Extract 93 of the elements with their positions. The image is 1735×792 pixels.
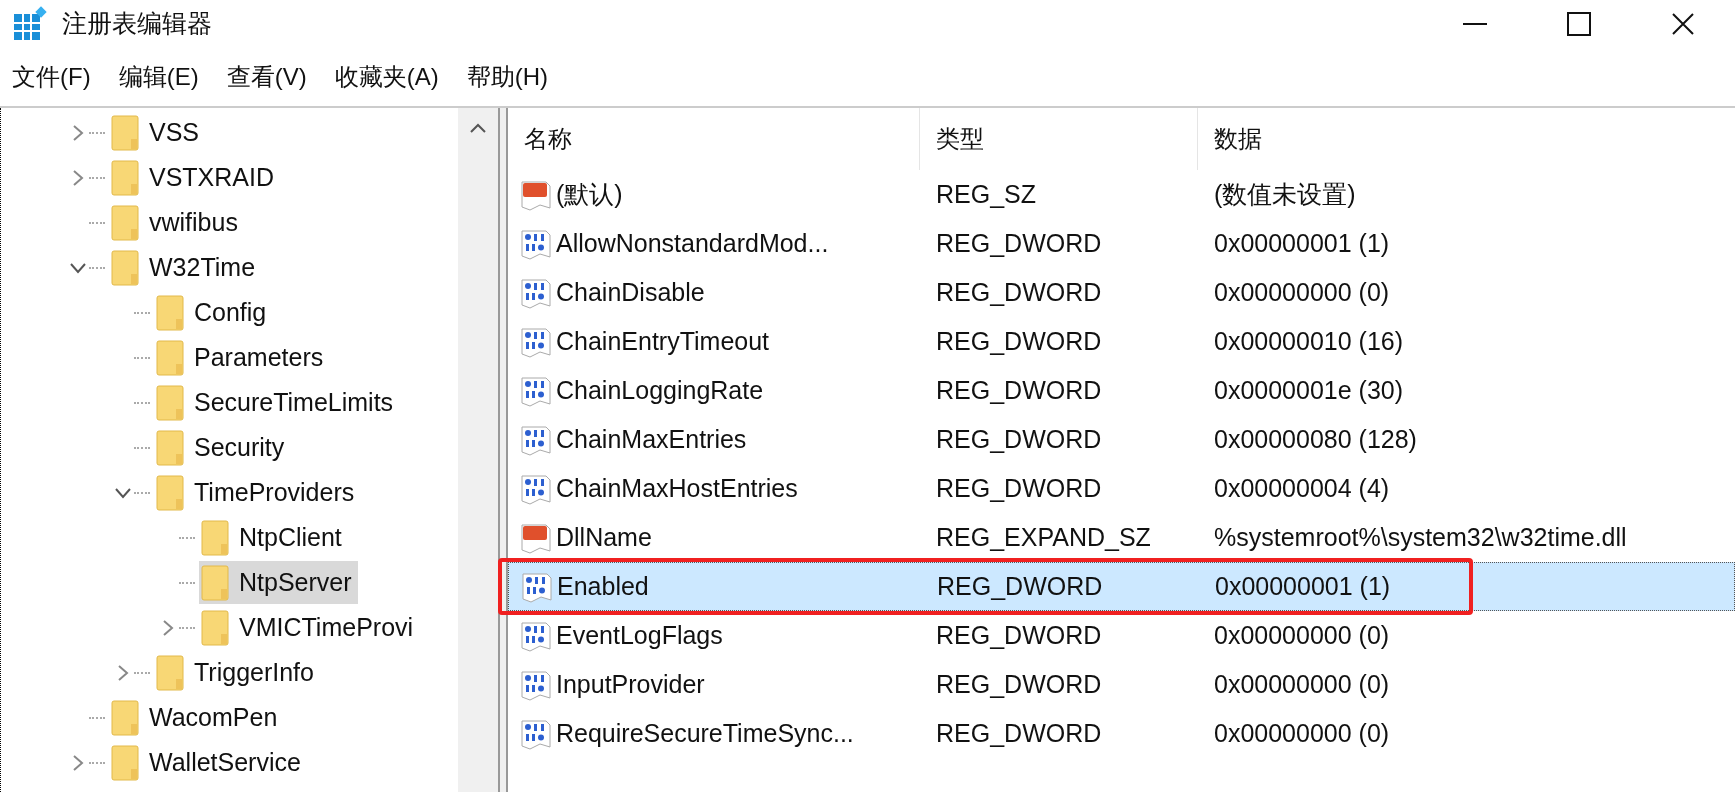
folder-icon — [201, 564, 229, 601]
value-data: 0x00000001 (1) — [1214, 570, 1392, 602]
value-row[interactable]: ChainMaxHostEntries REG_DWORD 0x00000004 (4) — [508, 464, 1735, 513]
value-row[interactable]: ChainMaxEntries REG_DWORD 0x00000080 (128) — [508, 415, 1735, 464]
app-grid-icon — [12, 6, 48, 42]
value-data: 0x00000004 (4) — [1213, 472, 1391, 504]
value-type: REG_DWORD — [935, 374, 1103, 406]
folder-icon — [156, 294, 184, 331]
value-data: 0x00000000 (0) — [1213, 717, 1391, 749]
value-data: 0x0000001e (30) — [1213, 374, 1405, 406]
tree-item[interactable]: WacomPen — [109, 696, 284, 739]
value-name: EventLogFlags — [556, 619, 723, 651]
tree-item[interactable]: NtpServer — [199, 561, 358, 604]
value-type: REG_DWORD — [935, 325, 1103, 357]
column-header[interactable]: 类型 — [920, 108, 1198, 170]
value-name: RequireSecureTimeSync... — [556, 717, 854, 749]
value-row[interactable]: DllName REG_EXPAND_SZ %systemroot%\system32\w32time.dll — [508, 513, 1735, 562]
value-type: REG_DWORD — [935, 668, 1103, 700]
folder-icon — [111, 114, 139, 151]
value-data: (数值未设置) — [1213, 178, 1357, 210]
menu-item[interactable]: 编辑(E) — [118, 59, 199, 95]
value-row[interactable]: RequireSecureTimeSync... REG_DWORD 0x00000000 (0) — [508, 709, 1735, 758]
value-type: REG_DWORD — [935, 619, 1103, 651]
tree-item[interactable]: WalletService — [109, 741, 307, 784]
value-name: ChainMaxHostEntries — [556, 472, 798, 504]
folder-icon — [201, 609, 229, 646]
value-row[interactable]: ChainDisable REG_DWORD 0x00000000 (0) — [508, 268, 1735, 317]
value-row[interactable]: (默认) REG_SZ (数值未设置) — [508, 170, 1735, 219]
value-row[interactable]: AllowNonstandardMod... REG_DWORD 0x00000001 (1) — [508, 219, 1735, 268]
folder-icon — [156, 474, 184, 511]
value-data: 0x00000010 (16) — [1213, 325, 1405, 357]
menu-item[interactable]: 查看(V) — [226, 59, 307, 95]
value-row[interactable]: EventLogFlags REG_DWORD 0x00000000 (0) — [508, 611, 1735, 660]
folder-icon — [111, 204, 139, 241]
menu-item[interactable]: 帮助(H) — [466, 59, 548, 95]
window-title: 注册表编辑器 — [62, 8, 212, 40]
tree-item[interactable]: SecureTimeLimits — [154, 381, 400, 424]
folder-icon — [111, 249, 139, 286]
value-type: REG_SZ — [935, 178, 1038, 210]
value-name: ChainEntryTimeout — [556, 325, 770, 357]
menu-item[interactable]: 收藏夹(A) — [334, 59, 439, 95]
value-row[interactable]: ChainLoggingRate REG_DWORD 0x0000001e (30) — [508, 366, 1735, 415]
value-data: 0x00000000 (0) — [1213, 668, 1391, 700]
tree-item[interactable]: TriggerInfo — [154, 651, 320, 694]
value-type: REG_DWORD — [935, 423, 1103, 455]
tree-item[interactable]: VMICTimeProvi — [199, 606, 420, 649]
folder-icon — [156, 339, 184, 376]
value-data: %systemroot%\system32\w32time.dll — [1213, 521, 1628, 553]
value-row[interactable]: ChainEntryTimeout REG_DWORD 0x00000010 (16) — [508, 317, 1735, 366]
tree-item[interactable]: Parameters — [154, 336, 330, 379]
tree-item[interactable]: vwifibus — [109, 201, 244, 244]
folder-icon — [156, 654, 184, 691]
tree-item[interactable]: VSTXRAID — [109, 156, 281, 199]
tree-item[interactable]: W32Time — [109, 246, 262, 289]
value-name: InputProvider — [556, 668, 705, 700]
value-name: (默认) — [556, 178, 623, 210]
scrollbar[interactable] — [458, 108, 498, 792]
value-name: ChainDisable — [556, 276, 705, 308]
value-type: REG_DWORD — [935, 472, 1103, 504]
value-row[interactable]: InputProvider REG_DWORD 0x00000000 (0) — [508, 660, 1735, 709]
value-data: 0x00000000 (0) — [1213, 619, 1391, 651]
scroll-up-icon[interactable] — [469, 122, 487, 134]
value-name: Enabled — [557, 570, 649, 602]
folder-icon — [111, 699, 139, 736]
column-header[interactable]: 名称 — [508, 108, 920, 170]
tree-item[interactable]: TimeProviders — [154, 471, 361, 514]
value-name: DllName — [556, 521, 652, 553]
value-data: 0x00000001 (1) — [1213, 227, 1391, 259]
value-data: 0x00000000 (0) — [1213, 276, 1391, 308]
minimize-icon — [1463, 23, 1487, 25]
value-data: 0x00000080 (128) — [1213, 423, 1418, 455]
tree-item[interactable]: VSS — [109, 111, 206, 154]
folder-icon — [111, 744, 139, 781]
value-type: REG_DWORD — [935, 276, 1103, 308]
value-name: ChainLoggingRate — [556, 374, 764, 406]
maximize-icon — [1567, 12, 1591, 36]
folder-icon — [156, 429, 184, 466]
tree-item[interactable]: Config — [154, 291, 273, 334]
tree-item[interactable]: Security — [154, 426, 291, 469]
column-header[interactable]: 数据 — [1198, 108, 1735, 170]
value-type: REG_DWORD — [936, 570, 1104, 602]
value-type: REG_EXPAND_SZ — [935, 521, 1152, 553]
value-name: AllowNonstandardMod... — [556, 227, 829, 259]
folder-icon — [201, 519, 229, 556]
value-type: REG_DWORD — [935, 227, 1103, 259]
folder-icon — [156, 384, 184, 421]
menu-item[interactable]: 文件(F) — [12, 59, 91, 95]
value-row[interactable]: Enabled REG_DWORD 0x00000001 (1) — [508, 562, 1735, 611]
close-icon — [1671, 12, 1695, 36]
tree-item[interactable]: NtpClient — [199, 516, 348, 559]
folder-icon — [111, 159, 139, 196]
value-name: ChainMaxEntries — [556, 423, 747, 455]
value-type: REG_DWORD — [935, 717, 1103, 749]
